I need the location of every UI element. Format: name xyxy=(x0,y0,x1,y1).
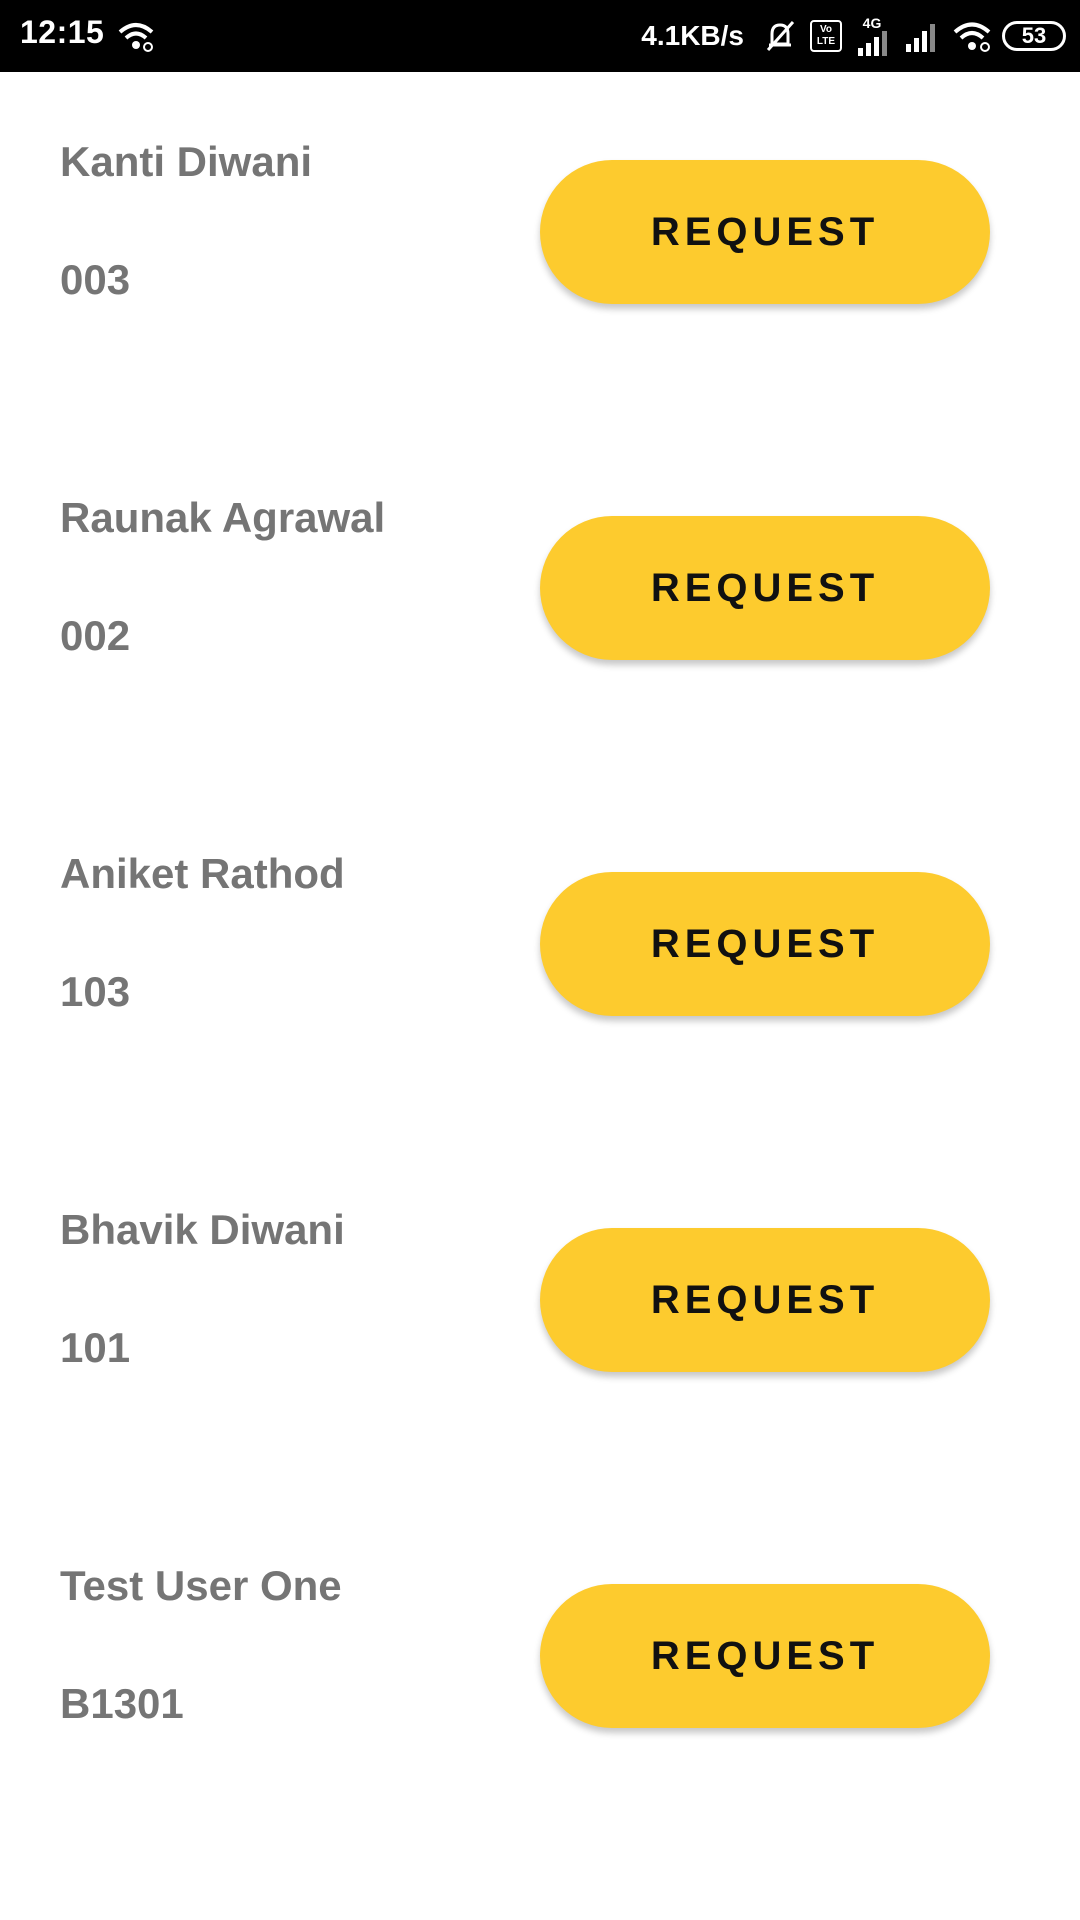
network-type-label: 4G xyxy=(862,15,882,31)
user-name: Aniket Rathod xyxy=(60,850,345,897)
request-button[interactable]: REQUEST xyxy=(540,872,990,1016)
user-code: 003 xyxy=(60,256,131,303)
user-code: B1301 xyxy=(60,1680,184,1727)
battery-icon: 53 xyxy=(1002,21,1066,51)
user-list: Kanti Diwani 003 REQUEST Raunak Agrawal … xyxy=(0,72,1080,1920)
user-code: 103 xyxy=(60,968,131,1015)
user-name: Test User One xyxy=(60,1562,342,1609)
request-button[interactable]: REQUEST xyxy=(540,1584,990,1728)
bell-muted-icon xyxy=(766,21,795,51)
request-button[interactable]: REQUEST xyxy=(540,516,990,660)
request-button[interactable]: REQUEST xyxy=(540,160,990,304)
list-item: Test User One B1301 REQUEST xyxy=(0,1496,1080,1756)
wifi-icon xyxy=(118,23,154,52)
user-name: Kanti Diwani xyxy=(60,138,313,185)
mobile-data-indicator: 4G xyxy=(852,16,892,56)
list-item: Raunak Agrawal 002 REQUEST xyxy=(0,428,1080,688)
volte-icon: Vo LTE xyxy=(810,20,842,52)
status-icons: 4.1KB/s Vo LTE 4G 53 xyxy=(641,0,1066,72)
signal-icon-sim1 xyxy=(858,31,887,56)
wifi-icon xyxy=(953,22,991,52)
net-speed: 4.1KB/s xyxy=(641,20,744,51)
status-bar: 12:15 4.1KB/s Vo LTE 4G 53 xyxy=(0,0,1080,72)
user-code: 101 xyxy=(60,1324,131,1371)
list-item: Aniket Rathod 103 REQUEST xyxy=(0,784,1080,1044)
signal-icon-sim2 xyxy=(906,24,935,52)
list-item: Kanti Diwani 003 REQUEST xyxy=(0,72,1080,332)
status-time: 12:15 xyxy=(20,14,105,50)
user-name: Bhavik Diwani xyxy=(60,1206,345,1253)
request-button[interactable]: REQUEST xyxy=(540,1228,990,1372)
list-item: Bhavik Diwani 101 REQUEST xyxy=(0,1140,1080,1400)
user-name: Raunak Agrawal xyxy=(60,494,386,541)
user-code: 002 xyxy=(60,612,131,659)
